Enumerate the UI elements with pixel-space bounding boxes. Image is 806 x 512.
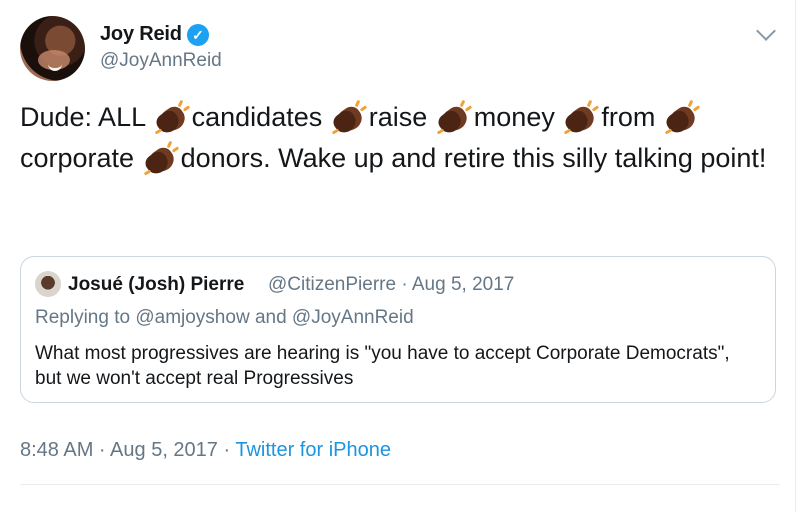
quoted-author-handle-date: @CitizenPierre · Aug 5, 2017 [268, 274, 515, 295]
tweet-segment: raise [368, 102, 428, 132]
quoted-author-avatar [35, 271, 61, 297]
tweet-timestamp: 8:48 AM · Aug 5, 2017 · Twitter for iPho… [20, 439, 391, 462]
timeline-divider [795, 0, 796, 512]
clapping-hands-icon [330, 99, 367, 137]
tweet-segment: money [473, 102, 555, 132]
quoted-tweet-text: What most progressives are hearing is "y… [35, 343, 730, 389]
chevron-down-icon[interactable] [756, 21, 776, 41]
divider [20, 484, 780, 485]
quoted-author-name: Josué (Josh) Pierre [68, 274, 245, 295]
quoted-tweet[interactable]: Josué (Josh) Pierre @CitizenPierre · Aug… [20, 256, 776, 403]
tweet-segment: from [601, 102, 656, 132]
tweet: Joy Reid ✓ @JoyAnnReid Dude: ALL candida… [0, 0, 800, 512]
avatar-smile [48, 61, 62, 71]
tweet-segment: candidates [191, 102, 323, 132]
clapping-hands-icon [663, 99, 701, 137]
author-handle[interactable]: @JoyAnnReid [100, 50, 222, 72]
verified-badge-icon: ✓ [187, 24, 209, 46]
author-name[interactable]: Joy Reid [100, 23, 182, 46]
tweet-segment: donors. Wake up and retire this silly ta… [180, 143, 767, 173]
clapping-hands-icon [435, 99, 473, 137]
clapping-hands-icon [141, 140, 179, 178]
tweet-segment: corporate [20, 143, 135, 173]
clapping-hands-icon [152, 99, 190, 137]
author-avatar[interactable] [20, 16, 85, 81]
source-link[interactable]: Twitter for iPhone [235, 439, 391, 461]
time-date[interactable]: 8:48 AM · Aug 5, 2017 · [20, 439, 235, 461]
quoted-replying-to: Replying to @amjoyshow and @JoyAnnReid [35, 307, 414, 328]
tweet-segment: Dude: ALL [20, 102, 146, 132]
clapping-hands-icon [562, 99, 600, 137]
tweet-text: Dude: ALL candidates raise money from co… [20, 97, 780, 179]
